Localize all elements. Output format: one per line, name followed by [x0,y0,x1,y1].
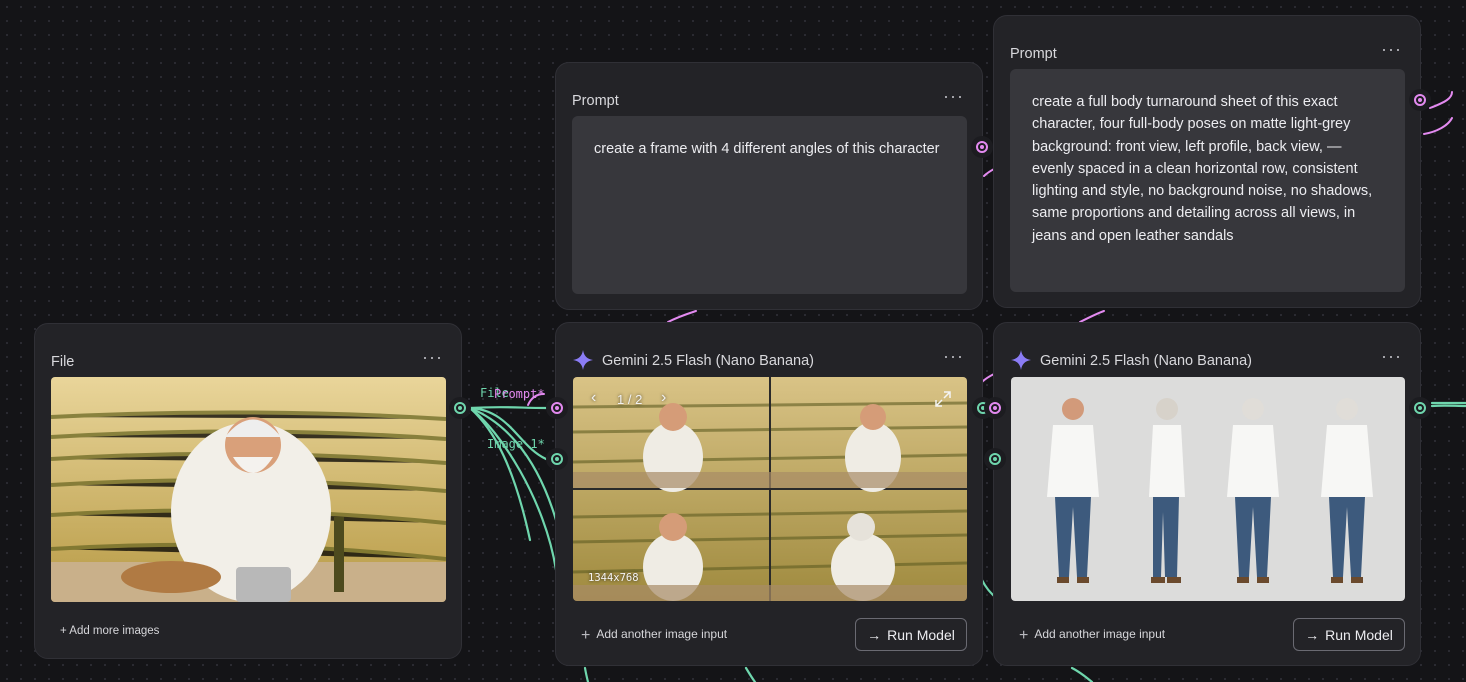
node-title: Prompt [572,93,619,109]
text-edge [1079,310,1105,323]
add-input-label: Add another image input [596,627,728,641]
more-horizontal-icon[interactable]: ··· [943,347,964,365]
image-pager: 1 / 2 [617,392,643,407]
node-title: Gemini 2.5 Flash (Nano Banana) [1040,353,1252,369]
sparkle-icon [573,350,593,370]
prompt-textarea[interactable]: create a full body turnaround sheet of t… [1010,69,1405,292]
file-node[interactable]: File ··· + Add more images [34,323,462,659]
gemini-node-2[interactable]: Gemini 2.5 Flash (Nano Banana) ··· + Add… [993,322,1421,666]
image-edge [468,406,558,522]
plus-icon: + [1019,627,1029,644]
prompt-node-1[interactable]: Prompt ··· create a frame with 4 differe… [555,62,983,310]
turnaround-sheet-image [1011,377,1405,601]
vineyard-portrait-image [51,377,446,602]
prompt-1-output-handle[interactable] [971,136,993,158]
image-edge [468,406,532,542]
run-model-button[interactable]: → Run Model [1293,618,1405,651]
prompt-2-output-handle[interactable] [1409,89,1431,111]
arrow-right-icon: → [1305,626,1320,643]
node-title: File [51,354,75,370]
uploaded-image[interactable] [51,377,446,602]
chevron-right-icon[interactable]: › [661,389,666,407]
run-label: Run Model [887,626,955,643]
add-input-label: Add another image input [1034,627,1166,641]
add-image-input-button[interactable]: + Add another image input [1019,627,1166,644]
image-edge [583,666,590,682]
chevron-left-icon[interactable]: ‹ [591,389,596,407]
gemini-1-prompt-input-handle[interactable] [546,397,568,419]
gemini-2-image-input-handle[interactable] [984,448,1006,470]
more-horizontal-icon[interactable]: ··· [943,87,964,105]
node-title: Prompt [1010,46,1057,62]
image-edge [744,666,757,682]
expand-icon[interactable] [935,391,951,407]
four-angle-grid-image [573,377,967,601]
image-edge [1070,666,1094,682]
image-edge [468,406,548,410]
image-edge [468,406,558,572]
node-title: Gemini 2.5 Flash (Nano Banana) [602,353,814,369]
more-horizontal-icon[interactable]: ··· [1381,40,1402,58]
sparkle-icon [1011,350,1031,370]
gemini-node-1[interactable]: Gemini 2.5 Flash (Nano Banana) ··· ‹ 1 /… [555,322,983,666]
file-output-handle[interactable] [449,397,471,419]
add-more-images-button[interactable]: + Add more images [60,624,159,638]
run-label: Run Model [1325,626,1393,643]
run-model-button[interactable]: → Run Model [855,618,967,651]
prompt-textarea[interactable]: create a frame with 4 different angles o… [572,116,967,294]
gemini-1-image-input-handle[interactable] [546,448,568,470]
gemini-2-prompt-input-handle[interactable] [984,397,1006,419]
image-edge [468,406,548,461]
output-image[interactable] [1011,377,1405,601]
more-horizontal-icon[interactable]: ··· [1381,347,1402,365]
prompt-node-2[interactable]: Prompt ··· create a full body turnaround… [993,15,1421,308]
edge-label-image: Image 1* [487,437,545,451]
arrow-right-icon: → [867,626,882,643]
more-horizontal-icon[interactable]: ··· [422,348,443,366]
text-edge [667,310,697,323]
resolution-label: 1344x768 [588,572,639,584]
output-image[interactable]: ‹ 1 / 2 › 1344x768 [573,377,967,601]
gemini-2-output-handle[interactable] [1409,397,1431,419]
plus-icon: + [581,627,591,644]
add-image-input-button[interactable]: + Add another image input [581,627,728,644]
edge-label-prompt: Prompt* [494,387,545,401]
